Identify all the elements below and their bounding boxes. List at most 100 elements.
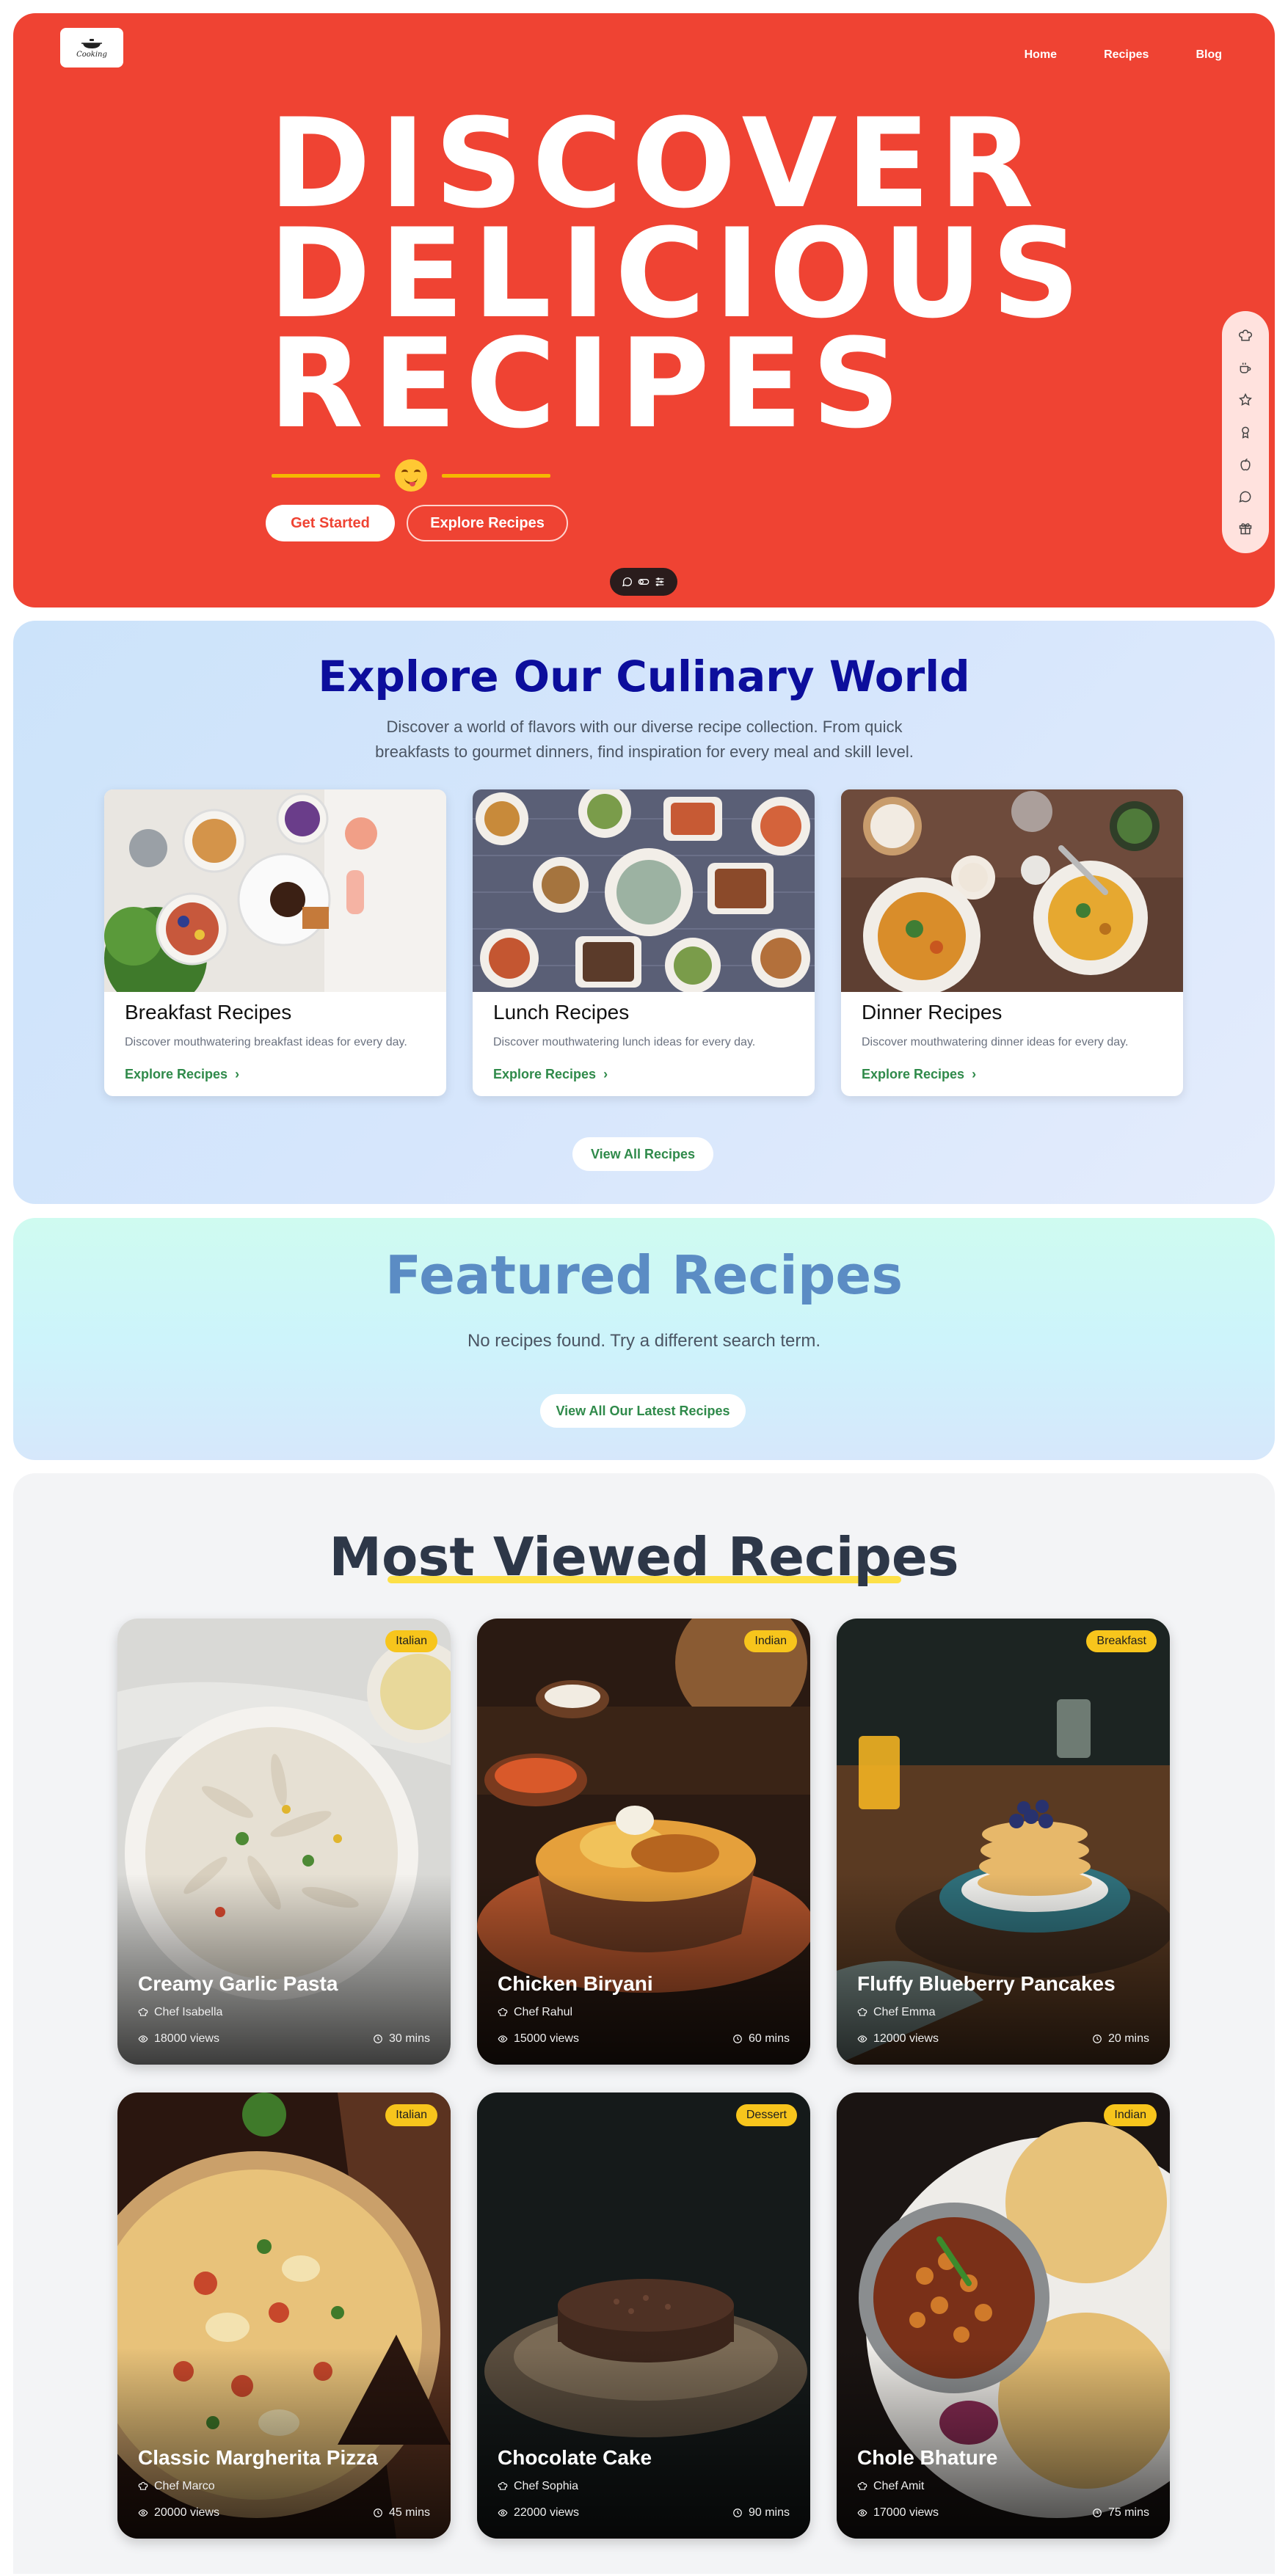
- featured-title: Featured Recipes: [385, 1244, 903, 1306]
- recipe-chef: Chef Sophia: [498, 2480, 578, 2493]
- empty-state-message: No recipes found. Try a different search…: [467, 1331, 821, 1351]
- most-viewed-section: Most Viewed Recipes Italian Creamy Garli…: [13, 1473, 1275, 2574]
- gift-icon[interactable]: [1238, 521, 1253, 536]
- cook-time: 30 mins: [388, 2032, 430, 2045]
- recipe-name: Chocolate Cake: [498, 2446, 652, 2469]
- star-icon[interactable]: [1238, 393, 1253, 407]
- dinner-image: [841, 789, 1183, 995]
- nav-recipes[interactable]: Recipes: [1104, 48, 1149, 62]
- category-title: Lunch Recipes: [493, 1001, 630, 1024]
- chevron-right-icon: ›: [968, 1067, 977, 1081]
- apple-icon[interactable]: [1238, 457, 1253, 472]
- hero-title: DISCOVER DELICIOUS RECIPES: [269, 102, 1089, 445]
- category-card-lunch[interactable]: Lunch Recipes Discover mouthwatering lun…: [473, 789, 815, 1096]
- explore-link-label: Explore Recipes: [125, 1067, 228, 1081]
- recipe-chef: Chef Isabella: [138, 2006, 222, 2019]
- eye-icon: [857, 2035, 867, 2043]
- views-count: 22000 views: [514, 2506, 579, 2519]
- eye-icon: [857, 2509, 867, 2517]
- cooking-pot-icon: [81, 39, 102, 48]
- cuisine-badge: Italian: [385, 1630, 437, 1652]
- recipe-views: 12000 views: [857, 2032, 939, 2046]
- explore-link-label: Explore Recipes: [862, 1067, 965, 1081]
- cuisine-badge: Dessert: [735, 2104, 797, 2126]
- view-all-recipes-button[interactable]: View All Recipes: [572, 1137, 713, 1171]
- most-viewed-title-text: Most Viewed Recipes: [329, 1526, 959, 1588]
- featured-section: Featured Recipes No recipes found. Try a…: [13, 1218, 1275, 1460]
- cook-time: 90 mins: [748, 2506, 790, 2519]
- cook-time: 75 mins: [1107, 2506, 1149, 2519]
- explore-recipes-link[interactable]: Explore Recipes ›: [862, 1067, 976, 1082]
- category-title: Dinner Recipes: [862, 1001, 1003, 1024]
- clock-icon: [374, 2035, 382, 2043]
- yum-emoji-icon: [395, 459, 427, 492]
- explore-title: Explore Our Culinary World: [318, 652, 970, 701]
- eye-icon: [498, 2035, 508, 2043]
- chef-name: Chef Emma: [873, 2006, 936, 2018]
- get-started-button[interactable]: Get Started: [266, 505, 395, 541]
- recipe-card[interactable]: Italian Classic Margherita Pizza Chef Ma…: [117, 2092, 451, 2539]
- chef-hat-icon[interactable]: [1238, 329, 1253, 343]
- coffee-icon[interactable]: [1238, 361, 1253, 376]
- recipe-card[interactable]: Indian Chicken Biryani Chef Rahul 15000 …: [477, 1619, 810, 2065]
- recipe-chef: Chef Emma: [857, 2006, 935, 2019]
- chef-hat-icon: [498, 2007, 508, 2016]
- hero-section: Cooking Home Recipes Blog DISCOVER DELIC…: [13, 13, 1275, 607]
- message-icon[interactable]: [1238, 489, 1253, 504]
- explore-link-label: Explore Recipes: [493, 1067, 597, 1081]
- recipe-time: 30 mins: [373, 2032, 430, 2046]
- chef-hat-icon: [498, 2481, 508, 2490]
- nav-blog[interactable]: Blog: [1196, 48, 1222, 62]
- logo-text: Cooking: [76, 51, 107, 59]
- chef-hat-icon: [857, 2481, 867, 2490]
- recipe-time: 20 mins: [1092, 2032, 1149, 2046]
- recipe-name: Fluffy Blueberry Pancakes: [857, 1972, 1116, 1995]
- views-count: 18000 views: [154, 2032, 219, 2045]
- chevron-right-icon: ›: [600, 1067, 608, 1081]
- cuisine-badge: Breakfast: [1086, 1630, 1157, 1652]
- side-icon-rail: [1222, 311, 1269, 553]
- recipe-time: 60 mins: [732, 2032, 790, 2046]
- breakfast-image: [104, 789, 446, 1010]
- recipe-name: Chicken Biryani: [498, 1972, 653, 1995]
- clock-icon: [374, 2509, 382, 2517]
- clock-icon: [733, 2509, 742, 2517]
- recipe-time: 45 mins: [373, 2506, 430, 2520]
- nav-home[interactable]: Home: [1025, 48, 1057, 62]
- views-count: 17000 views: [873, 2506, 939, 2519]
- chef-name: Chef Marco: [154, 2480, 215, 2492]
- recipe-card[interactable]: Italian Creamy Garlic Pasta Chef Isabell…: [117, 1619, 451, 2065]
- chef-name: Chef Amit: [873, 2480, 925, 2492]
- cook-time: 20 mins: [1107, 2032, 1149, 2045]
- recipe-card[interactable]: Dessert Chocolate Cake Chef Sophia 22000…: [477, 2092, 810, 2539]
- recipe-chef: Chef Rahul: [498, 2006, 572, 2019]
- chef-name: Chef Isabella: [154, 2006, 223, 2018]
- eye-icon: [498, 2509, 508, 2517]
- recipe-chef: Chef Amit: [857, 2480, 924, 2493]
- explore-recipes-link[interactable]: Explore Recipes ›: [125, 1067, 239, 1082]
- explore-recipes-link[interactable]: Explore Recipes ›: [493, 1067, 608, 1082]
- cook-time: 45 mins: [388, 2506, 430, 2519]
- views-count: 15000 views: [514, 2032, 579, 2045]
- explore-recipes-button[interactable]: Explore Recipes: [407, 505, 568, 541]
- message-icon[interactable]: [622, 576, 633, 588]
- recipe-card[interactable]: Breakfast Fluffy Blueberry Pancakes Chef…: [837, 1619, 1170, 2065]
- category-card-dinner[interactable]: Dinner Recipes Discover mouthwatering di…: [841, 789, 1183, 1096]
- category-description: Discover mouthwatering dinner ideas for …: [862, 1036, 1129, 1048]
- category-card-breakfast[interactable]: Breakfast Recipes Discover mouthwatering…: [104, 789, 446, 1096]
- category-description: Discover mouthwatering lunch ideas for e…: [493, 1036, 756, 1048]
- site-logo[interactable]: Cooking: [60, 28, 123, 67]
- award-icon[interactable]: [1238, 425, 1253, 439]
- sliders-icon[interactable]: [654, 576, 666, 588]
- recipe-time: 90 mins: [732, 2506, 790, 2520]
- floating-controls: [610, 568, 677, 596]
- recipe-card[interactable]: Indian Chole Bhature Chef Amit 17000 vie…: [837, 2092, 1170, 2539]
- cuisine-badge: Indian: [1104, 2104, 1157, 2126]
- view-latest-recipes-button[interactable]: View All Our Latest Recipes: [540, 1394, 746, 1428]
- recipe-name: Classic Margherita Pizza: [138, 2446, 378, 2469]
- recipe-views: 18000 views: [138, 2032, 219, 2046]
- toggle-icon[interactable]: [638, 576, 650, 588]
- clock-icon: [733, 2035, 742, 2043]
- chef-name: Chef Sophia: [514, 2480, 579, 2492]
- lunch-image: [473, 789, 815, 993]
